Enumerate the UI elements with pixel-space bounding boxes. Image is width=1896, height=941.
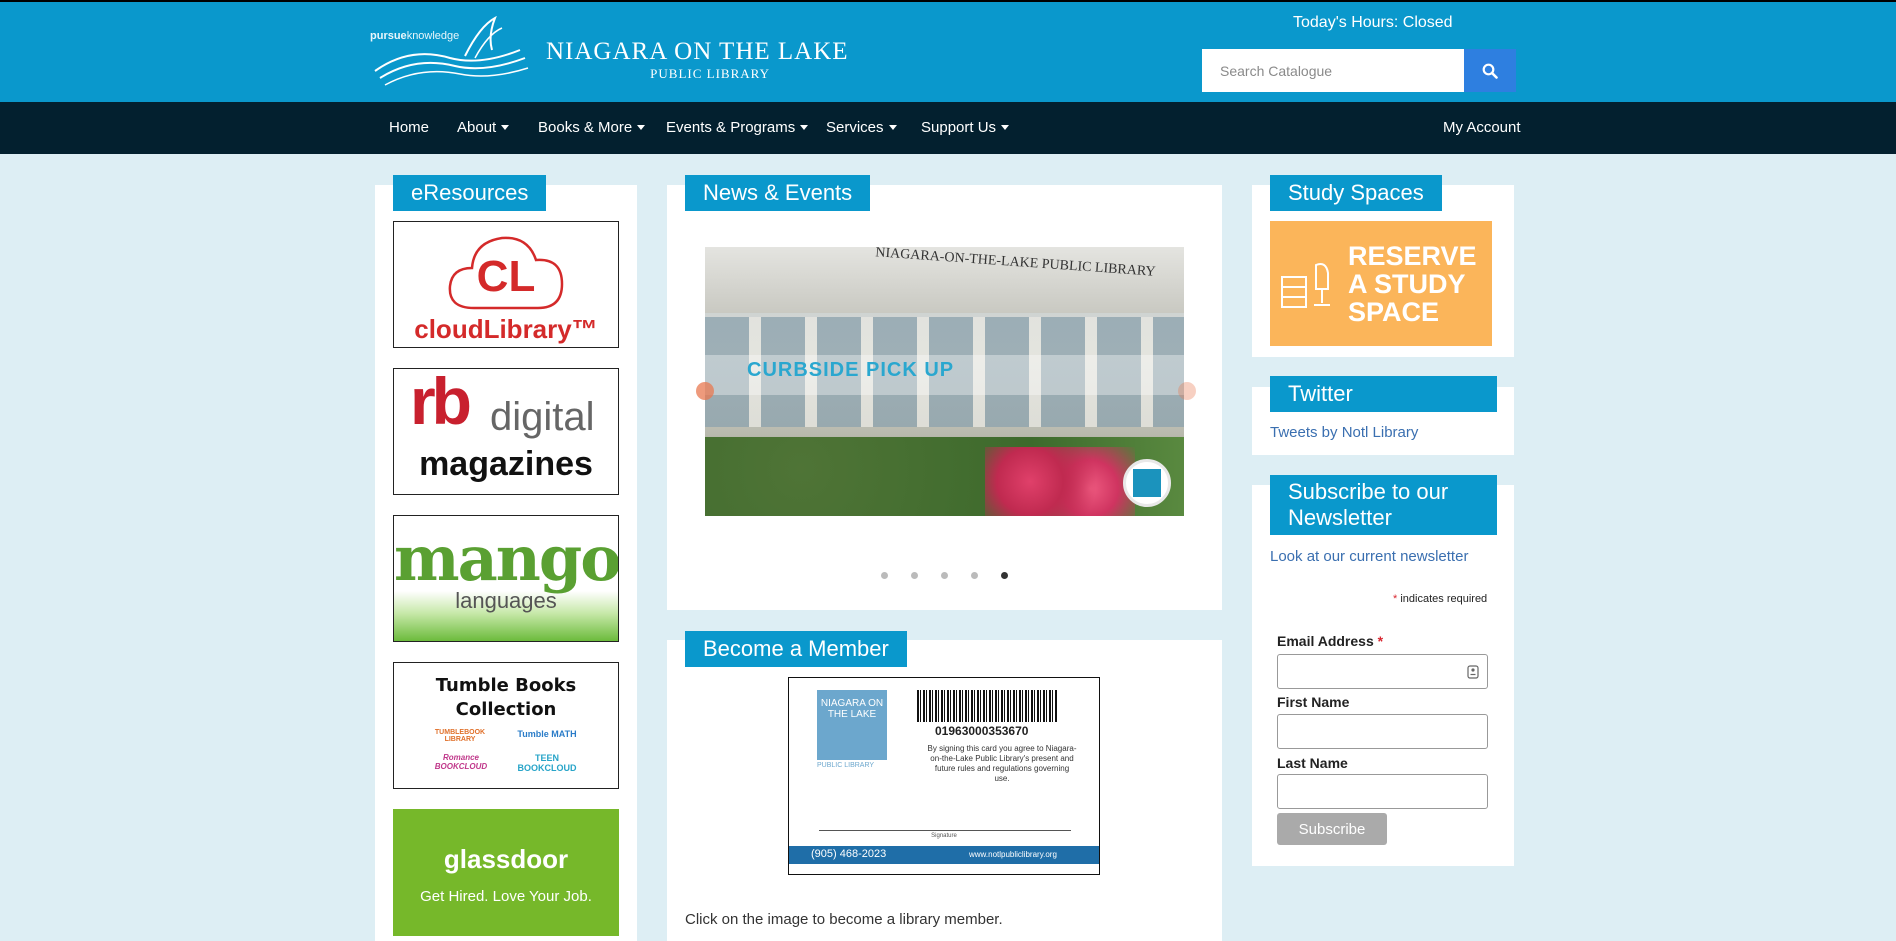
- email-field[interactable]: [1277, 654, 1488, 689]
- logo-wave-icon: [374, 16, 529, 86]
- caret-down-icon: [888, 124, 897, 130]
- reserve-study-space-banner[interactable]: RESERVE A STUDY SPACE: [1270, 221, 1492, 346]
- slide-prev-arrow[interactable]: [696, 382, 714, 400]
- slide-dot-3[interactable]: [941, 572, 948, 579]
- library-subtitle: PUBLIC LIBRARY: [650, 66, 770, 81]
- caret-down-icon: [800, 124, 809, 130]
- nav-home[interactable]: Home: [389, 119, 429, 136]
- study-spaces-title: Study Spaces: [1270, 175, 1442, 211]
- newsletter-title: Subscribe to our Newsletter: [1270, 475, 1497, 535]
- glassdoor-tagline: Get Hired. Love Your Job.: [420, 888, 592, 905]
- card-number: 01963000353670: [935, 724, 1029, 738]
- nav-about[interactable]: About: [457, 119, 510, 136]
- search-button[interactable]: [1464, 49, 1516, 92]
- card-signature-label: Signature: [931, 833, 957, 839]
- tumblebook-library-logo: TUMBLEBOOK LIBRARY: [434, 729, 486, 743]
- site-header: pursueknowledge NIAGARA ON THE LAKE PUBL…: [0, 0, 1896, 102]
- mango-languages-link[interactable]: mango languages: [393, 515, 619, 642]
- slide-next-arrow[interactable]: [1178, 382, 1196, 400]
- first-name-label: First Name: [1277, 694, 1350, 710]
- caret-down-icon: [501, 124, 510, 130]
- tumblebooks-link[interactable]: Tumble Books Collection TUMBLEBOOK LIBRA…: [393, 662, 619, 789]
- mango-languages-text: languages: [455, 588, 557, 613]
- nav-events-programs[interactable]: Events & Programs: [666, 119, 809, 136]
- teen-bookcloud-logo: TEEN BOOKCLOUD: [517, 753, 577, 773]
- cloudlibrary-link[interactable]: CL cloudLibrary™: [393, 221, 619, 348]
- email-label: Email Address *: [1277, 633, 1384, 649]
- rbdigital-digital-text: digital: [490, 395, 595, 439]
- todays-hours: Today's Hours: Closed: [1293, 14, 1453, 31]
- rbdigital-logo-mark: rb: [410, 368, 472, 438]
- required-note: * indicates required: [1393, 593, 1488, 605]
- reserve-line-3: SPACE: [1348, 297, 1440, 327]
- twitter-title: Twitter: [1270, 376, 1497, 412]
- tumble-math-logo: Tumble MATH: [517, 729, 577, 739]
- member-title: Become a Member: [685, 631, 907, 667]
- twitter-feed-link[interactable]: Tweets by Notl Library: [1270, 424, 1418, 441]
- glassdoor-link[interactable]: glassdoor Get Hired. Love Your Job.: [393, 809, 619, 936]
- cloudlibrary-logo-text: CL: [476, 252, 536, 301]
- search-icon: [1482, 63, 1498, 79]
- slide-dot-2[interactable]: [911, 572, 918, 579]
- rbdigital-magazines-text: magazines: [419, 445, 593, 483]
- card-logo-box: NIAGARA ON THE LAKE: [817, 690, 887, 760]
- desk-chair-icon: [1281, 263, 1330, 308]
- news-events-title: News & Events: [685, 175, 871, 211]
- nav-support-us[interactable]: Support Us: [921, 119, 1010, 136]
- card-barcode: [917, 690, 1057, 722]
- tumblebooks-title: Tumble Books: [435, 675, 577, 696]
- slide-caption: CURBSIDE PICK UP: [747, 359, 955, 381]
- autofill-icon: [1467, 665, 1479, 679]
- slide-dot-1[interactable]: [881, 572, 888, 579]
- library-logo[interactable]: pursueknowledge NIAGARA ON THE LAKE PUBL…: [370, 16, 848, 88]
- caret-down-icon: [637, 124, 646, 130]
- reserve-line-2: A STUDY: [1348, 269, 1466, 299]
- notl-badge-icon: [1123, 459, 1171, 507]
- rbdigital-link[interactable]: rb digital magazines: [393, 368, 619, 495]
- card-phone: (905) 468-2023: [811, 848, 887, 860]
- card-url: www.notlpubliclibrary.org: [969, 850, 1057, 859]
- mango-logo-text: mango: [394, 522, 619, 595]
- card-library-name: NIAGARA ON THE LAKE: [820, 698, 884, 720]
- library-card-image[interactable]: NIAGARA ON THE LAKE PUBLIC LIBRARY 01963…: [788, 677, 1100, 875]
- search-input[interactable]: [1202, 49, 1464, 92]
- first-name-field[interactable]: [1277, 714, 1488, 749]
- slide-dot-5-active[interactable]: [1001, 572, 1008, 579]
- nav-books-more[interactable]: Books & More: [538, 119, 646, 136]
- card-library-sub: PUBLIC LIBRARY: [817, 762, 875, 769]
- last-name-field[interactable]: [1277, 774, 1488, 809]
- member-caption: Click on the image to become a library m…: [685, 911, 1003, 928]
- eresources-title: eResources: [393, 175, 547, 211]
- romance-bookcloud-logo: Romance BOOKCLOUD: [434, 753, 488, 771]
- card-terms: By signing this card you agree to Niagar…: [927, 744, 1077, 783]
- slide-dot-4[interactable]: [971, 572, 978, 579]
- glassdoor-logo-text: glassdoor: [443, 844, 569, 874]
- current-newsletter-link[interactable]: Look at our current newsletter: [1270, 548, 1468, 565]
- nav-my-account[interactable]: My Account: [1443, 119, 1521, 136]
- flowers: [985, 447, 1135, 516]
- news-slide[interactable]: NIAGARA-ON-THE-LAKE PUBLIC LIBRARY CURBS…: [705, 247, 1184, 516]
- reserve-line-1: RESERVE: [1348, 241, 1477, 271]
- cloudlibrary-name: cloudLibrary™: [414, 314, 598, 344]
- subscribe-button[interactable]: Subscribe: [1277, 813, 1387, 845]
- main-nav: Home About Books & More Events & Program…: [0, 102, 1896, 154]
- card-signature-line: [819, 830, 1071, 831]
- last-name-label: Last Name: [1277, 755, 1348, 771]
- tumblebooks-collection: Collection: [455, 699, 557, 720]
- caret-down-icon: [1001, 124, 1010, 130]
- library-name: NIAGARA ON THE LAKE: [546, 38, 849, 65]
- nav-services[interactable]: Services: [826, 119, 897, 136]
